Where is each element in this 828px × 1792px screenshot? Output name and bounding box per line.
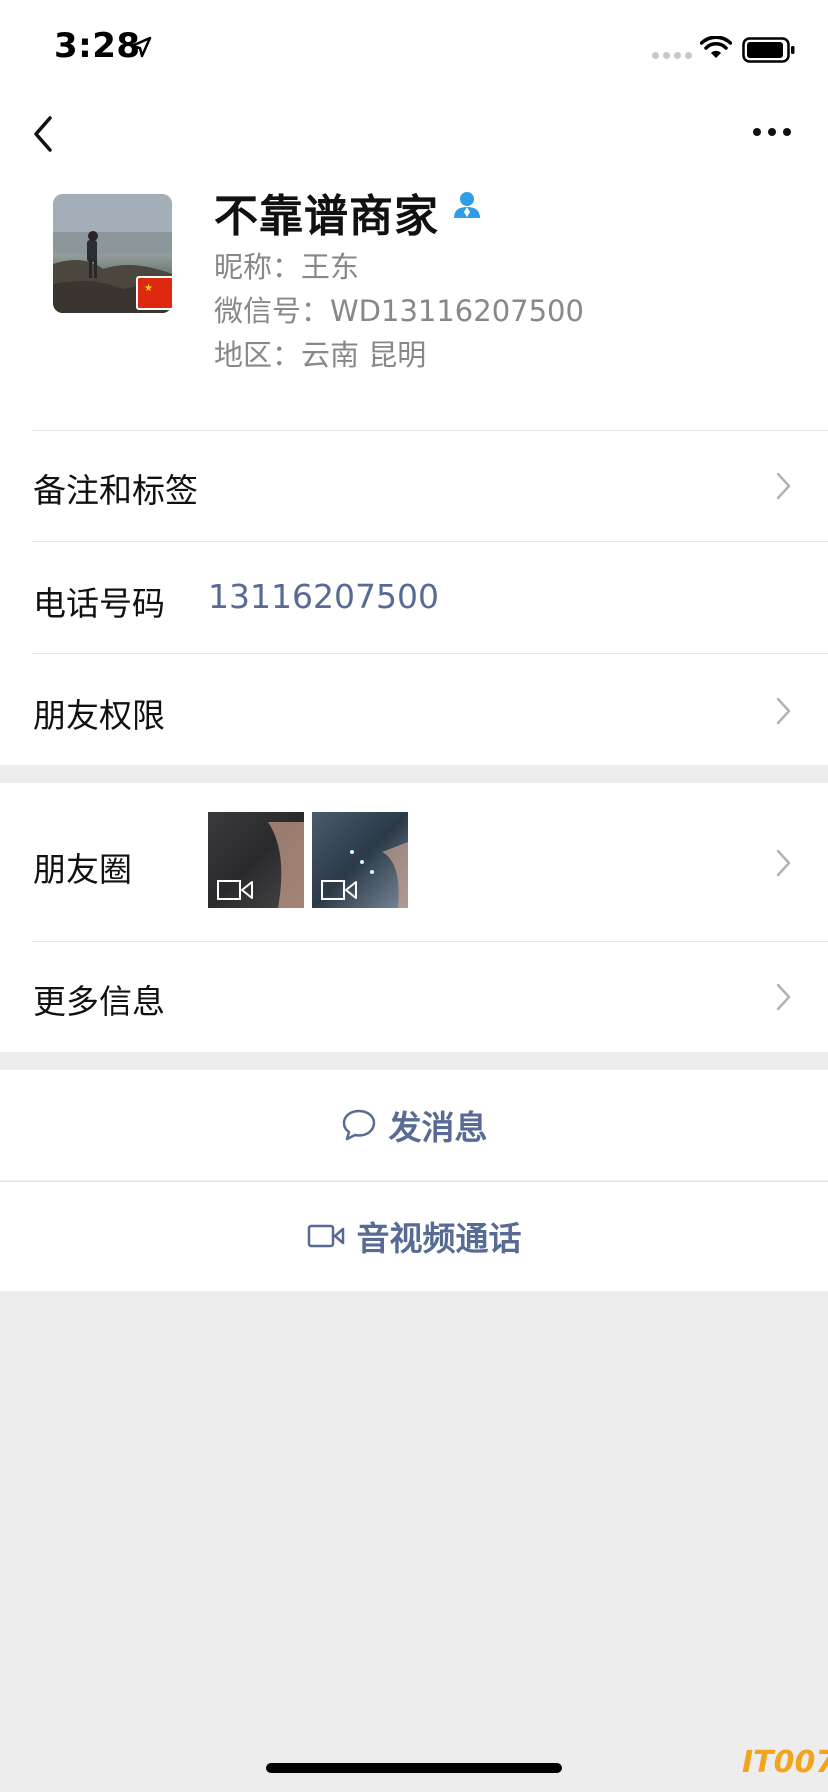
chevron-right-icon [776, 472, 791, 500]
wifi-icon [700, 36, 732, 58]
moments-row[interactable]: 朋友圈 [0, 783, 828, 941]
send-message-label: 发消息 [388, 1108, 488, 1147]
chevron-right-icon [776, 697, 791, 725]
contact-name: 不靠谱商家 [214, 191, 439, 242]
phone-number-link[interactable]: 13116207500 [208, 577, 439, 616]
status-time: 3:28 [54, 26, 141, 66]
profile-header: ★ 不靠谱商家 昵称：王东 微信号：WD13116207500 地区：云南 昆明 [0, 164, 828, 430]
cellular-signal-icon [652, 52, 692, 59]
flag-badge: ★ [136, 276, 174, 310]
av-call-button[interactable]: 音视频通话 [0, 1181, 828, 1291]
moments-thumbnail[interactable] [312, 812, 408, 908]
video-camera-icon [321, 880, 357, 900]
phone-row: 电话号码 13116207500 [0, 541, 828, 653]
more-options-icon[interactable] [748, 112, 798, 152]
svg-text:★: ★ [144, 283, 153, 294]
battery-icon [742, 37, 795, 63]
status-bar: 3:28 [0, 0, 828, 100]
more-info-label: 更多信息 [33, 982, 165, 1021]
remarks-tags-row[interactable]: 备注和标签 [0, 430, 828, 541]
wechat-id-line: 微信号：WD13116207500 [214, 294, 584, 328]
video-call-icon [307, 1224, 344, 1248]
divider [32, 430, 828, 431]
remarks-tags-label: 备注和标签 [33, 471, 198, 510]
enterprise-contact-icon [454, 192, 480, 218]
back-icon[interactable] [26, 112, 66, 156]
location-arrow-icon [130, 36, 152, 58]
chat-bubble-icon [342, 1109, 375, 1141]
video-camera-icon [217, 880, 253, 900]
more-info-row[interactable]: 更多信息 [0, 941, 828, 1052]
moments-thumbnail[interactable] [208, 812, 304, 908]
nickname-line: 昵称：王东 [214, 250, 360, 284]
watermark-logo: IT007 [742, 1745, 828, 1780]
divider [32, 541, 828, 542]
moments-label: 朋友圈 [33, 850, 132, 889]
friend-permissions-label: 朋友权限 [33, 696, 165, 735]
divider [32, 653, 828, 654]
av-call-label: 音视频通话 [356, 1219, 522, 1258]
divider [32, 941, 828, 942]
send-message-button[interactable]: 发消息 [0, 1070, 828, 1180]
home-indicator[interactable] [266, 1763, 562, 1773]
friend-permissions-row[interactable]: 朋友权限 [0, 653, 828, 765]
chevron-right-icon [776, 983, 791, 1011]
chevron-right-icon [776, 849, 791, 877]
region-line: 地区：云南 昆明 [214, 338, 427, 372]
phone-label: 电话号码 [33, 584, 165, 623]
nav-bar [0, 100, 828, 164]
